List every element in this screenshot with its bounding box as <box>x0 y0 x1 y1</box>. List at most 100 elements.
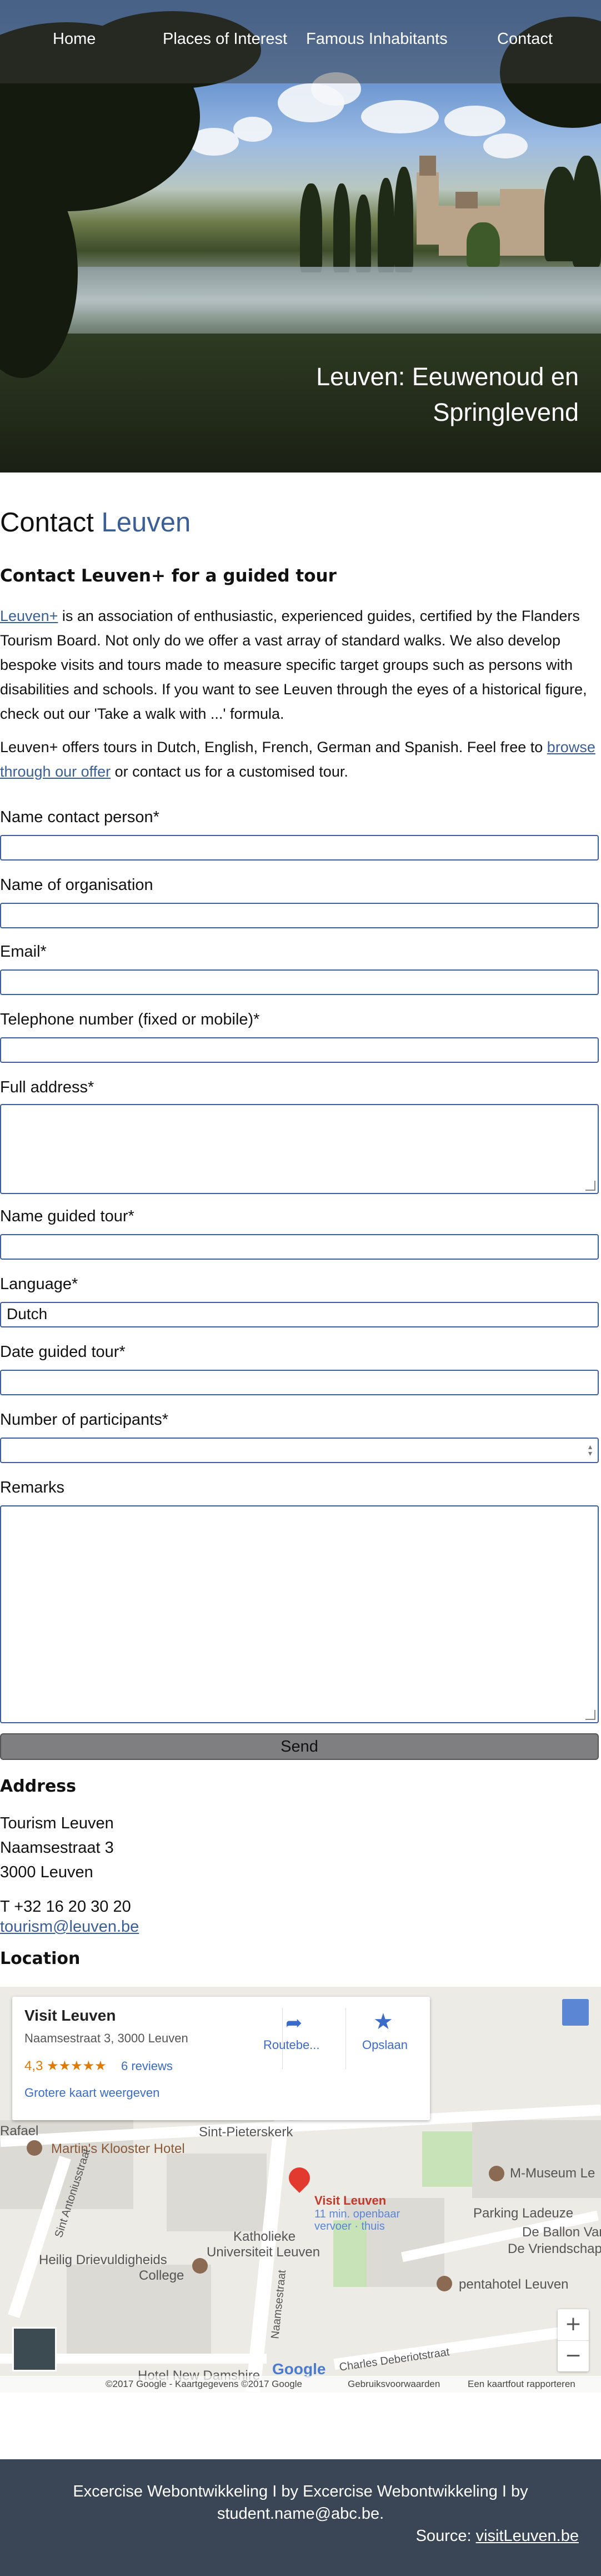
phone-label: Telephone number (fixed or mobile)* <box>0 1011 260 1028</box>
tree <box>467 222 500 267</box>
map-report-link[interactable]: Een kaartfout rapporteren <box>468 2379 575 2390</box>
phone-number: T +32 16 20 30 20 <box>0 1898 131 1916</box>
nav-contact[interactable]: Contact <box>497 30 553 48</box>
hotel-icon[interactable] <box>27 2140 42 2156</box>
remarks-textarea[interactable] <box>0 1505 599 1723</box>
nav-home[interactable]: Home <box>53 30 96 48</box>
page-footer: Excercise Webontwikkeling I by Excercise… <box>0 2459 601 2576</box>
map-label-ballon-1[interactable]: De Ballon Van <box>522 2225 601 2240</box>
participants-input[interactable]: ▴ ▾ <box>0 1438 599 1463</box>
hero-title: Leuven: Eeuwenoud en Springlevend <box>234 359 579 430</box>
hero-title-line2: Springlevend <box>433 398 579 426</box>
map-terms-link[interactable]: Gebruiksvoorwaarden <box>348 2379 440 2390</box>
resize-grip-icon[interactable] <box>585 1181 595 1191</box>
language-input[interactable]: Dutch <box>0 1302 599 1327</box>
directions-button[interactable]: Routebe... <box>263 2038 320 2052</box>
nav-famous-inhabitants[interactable]: Famous Inhabitants <box>306 30 448 48</box>
map-block <box>167 2154 267 2231</box>
pin-label[interactable]: Visit Leuven <box>314 2194 386 2208</box>
intro-paragraph-1: Leuven+ is an association of enthusiasti… <box>0 604 601 726</box>
email-link[interactable]: tourism@leuven.be <box>0 1918 139 1936</box>
address-textarea[interactable] <box>0 1104 599 1194</box>
intro-paragraph-2: Leuven+ offers tours in Dutch, English, … <box>0 735 601 784</box>
page-title: Contact Leuven <box>0 507 191 538</box>
directions-icon[interactable]: ➦ <box>286 2012 308 2035</box>
star-save-icon[interactable]: ★ <box>373 2009 393 2035</box>
pin-sub-1: 11 min. openbaar <box>314 2208 400 2220</box>
guided-tour-label: Name guided tour* <box>0 1207 134 1225</box>
save-button[interactable]: Opslaan <box>362 2038 408 2052</box>
map-label-ballon-2[interactable]: De Vriendschap <box>508 2241 601 2257</box>
streetview-thumbnail[interactable] <box>12 2327 57 2371</box>
map-label-kul-1[interactable]: Katholieke <box>233 2229 296 2245</box>
reviews-link[interactable]: 6 reviews <box>121 2059 173 2073</box>
cloud <box>444 106 505 136</box>
map-park <box>422 2131 472 2187</box>
castle-tower <box>417 172 439 245</box>
hero-title-line1: Leuven: Eeuwenoud en <box>316 362 579 391</box>
send-button[interactable]: Send <box>0 1733 599 1760</box>
zoom-out-button[interactable]: − <box>558 2340 589 2372</box>
castle-roof <box>455 192 478 208</box>
school-icon[interactable] <box>192 2258 208 2274</box>
zoom-control: + − <box>558 2309 589 2371</box>
footer-credit-line1: Excercise Webontwikkeling I by Excercise… <box>73 2483 528 2500</box>
castle-wing <box>500 189 544 256</box>
resize-grip-icon[interactable] <box>585 1710 595 1720</box>
email-label: Email* <box>0 943 47 961</box>
map-copyright: ©2017 Google - Kaartgegevens ©2017 Googl… <box>106 2379 302 2389</box>
name-contact-input[interactable] <box>0 835 599 861</box>
tree <box>300 183 322 272</box>
map-label-naamsestraat: Naamsestraat <box>269 2269 289 2340</box>
google-map[interactable]: Rafael Sint-Pieterskerk Martin's Klooste… <box>0 1987 601 2393</box>
map-label-martins[interactable]: Martin's Klooster Hotel <box>51 2141 185 2157</box>
pin-sub-2: vervoer · thuis <box>314 2220 385 2232</box>
map-label-heilig-2[interactable]: College <box>139 2268 184 2284</box>
tree <box>333 183 350 272</box>
guided-tour-input[interactable] <box>0 1234 599 1260</box>
map-pin-icon[interactable] <box>284 2163 314 2193</box>
organisation-label: Name of organisation <box>0 876 153 894</box>
zoom-in-button[interactable]: + <box>558 2309 589 2340</box>
card-rating: 4,3 ★★★★★ <box>24 2058 107 2074</box>
number-spinner-icon[interactable]: ▴ ▾ <box>588 1443 592 1457</box>
card-address: Naamsestraat 3, 3000 Leuven <box>24 2031 188 2045</box>
date-tour-input[interactable] <box>0 1370 599 1395</box>
museum-icon[interactable] <box>489 2166 504 2181</box>
larger-map-link[interactable]: Grotere kaart weergeven <box>24 2086 159 2100</box>
map-label-heilig-1[interactable]: Heilig Drievuldigheids <box>39 2252 167 2268</box>
nav-places-of-interest[interactable]: Places of Interest <box>163 30 287 48</box>
tree <box>355 195 371 272</box>
tree <box>394 167 413 272</box>
phone-input[interactable] <box>0 1037 599 1063</box>
user-icon[interactable] <box>562 1999 589 2026</box>
footer-source: Source: visitLeuven.be <box>416 2527 579 2545</box>
map-block <box>472 2120 601 2198</box>
rating-stars-icon: ★★★★★ <box>47 2058 107 2073</box>
hotel-icon[interactable] <box>437 2276 452 2291</box>
email-input[interactable] <box>0 969 599 995</box>
location-heading: Location <box>0 1949 81 1968</box>
footer-credit-line2: student.name@abc.be. <box>217 2505 384 2523</box>
tree <box>378 178 394 272</box>
map-label-pentahotel[interactable]: pentahotel Leuven <box>459 2277 569 2292</box>
map-label-parking[interactable]: Parking Ladeuze <box>473 2206 573 2221</box>
footer-credit: Excercise Webontwikkeling I by Excercise… <box>0 2480 601 2525</box>
map-label-kul-2[interactable]: Universiteit Leuven <box>207 2245 320 2260</box>
intro-paragraph-2-end: or contact us for a customised tour. <box>111 763 348 780</box>
card-title: Visit Leuven <box>24 2007 116 2024</box>
card-divider <box>345 2008 346 2069</box>
remarks-label: Remarks <box>0 1479 65 1496</box>
organisation-input[interactable] <box>0 903 599 928</box>
leuven-plus-link[interactable]: Leuven+ <box>0 608 58 624</box>
tree <box>572 156 601 267</box>
main-nav: Home Places of Interest Famous Inhabitan… <box>0 0 601 83</box>
footer-source-link[interactable]: visitLeuven.be <box>476 2527 579 2545</box>
date-tour-label: Date guided tour* <box>0 1343 126 1361</box>
address-line: Naamsestraat 3 <box>0 1839 114 1857</box>
intro-paragraph-2-start: Leuven+ offers tours in Dutch, English, … <box>0 739 547 755</box>
map-label-museum[interactable]: M-Museum Le <box>510 2166 595 2181</box>
castle-tower-roof <box>419 156 436 176</box>
cloud <box>483 133 528 158</box>
map-label-pieterskerk: Sint-Pieterskerk <box>199 2125 293 2140</box>
